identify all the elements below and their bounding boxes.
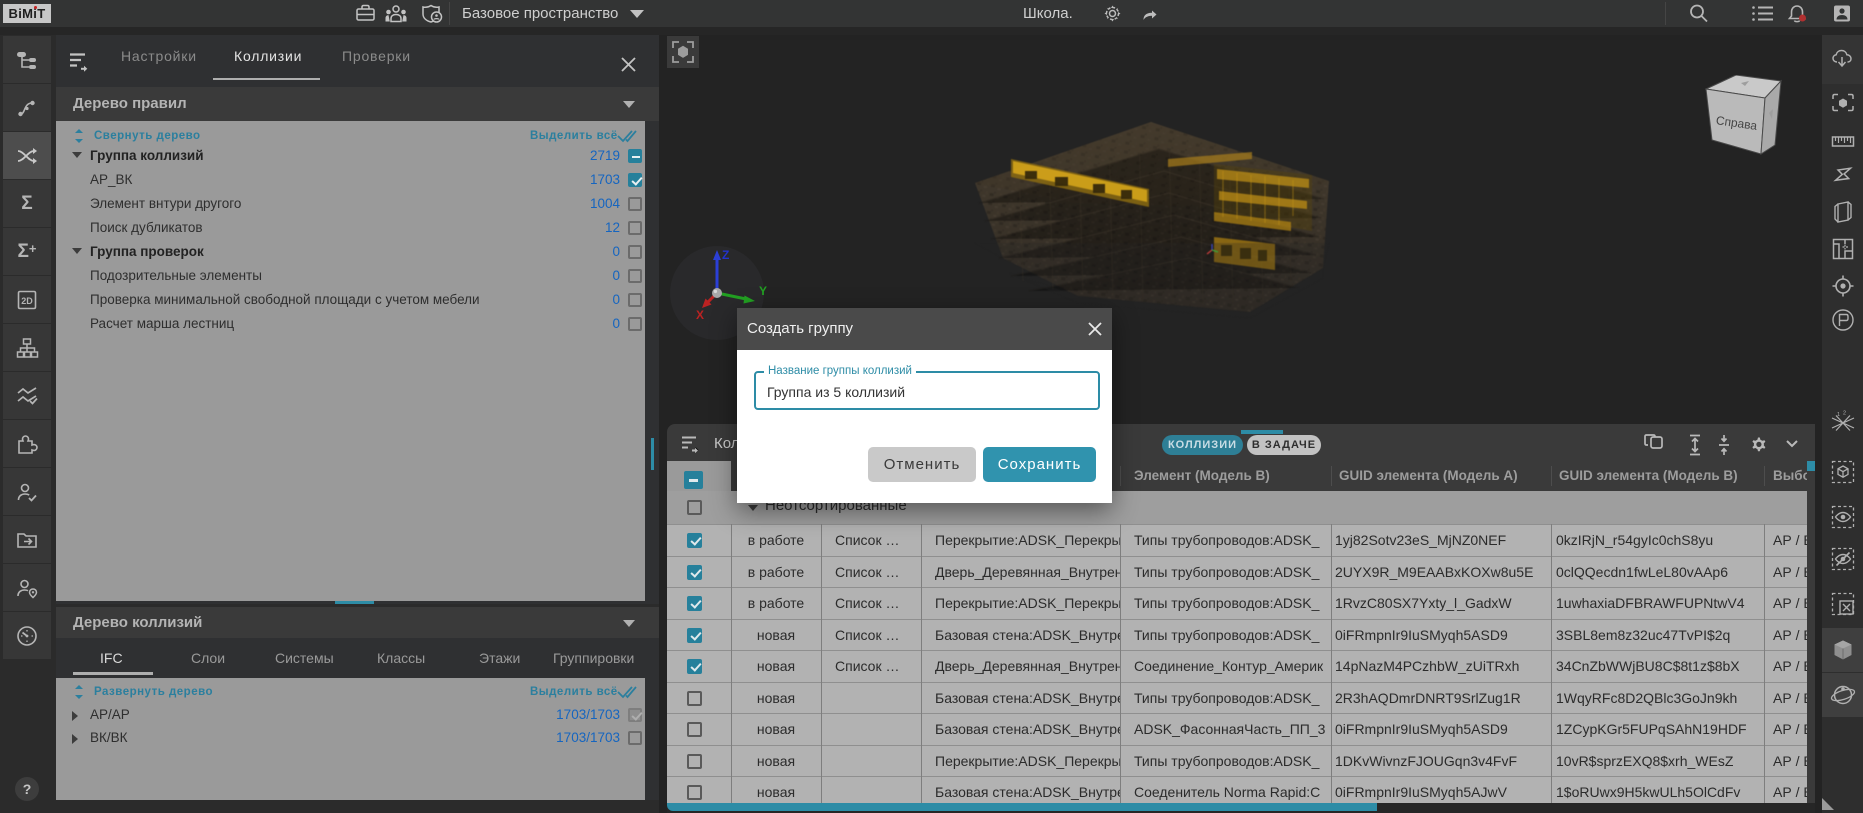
svg-text:2: 2 [1843, 411, 1846, 417]
svg-text:Y: Y [759, 284, 767, 298]
svg-text:1: 1 [1837, 412, 1840, 418]
svg-text:Z: Z [722, 248, 729, 262]
svg-text:X: X [696, 308, 704, 322]
svg-text:2D: 2D [21, 296, 33, 306]
